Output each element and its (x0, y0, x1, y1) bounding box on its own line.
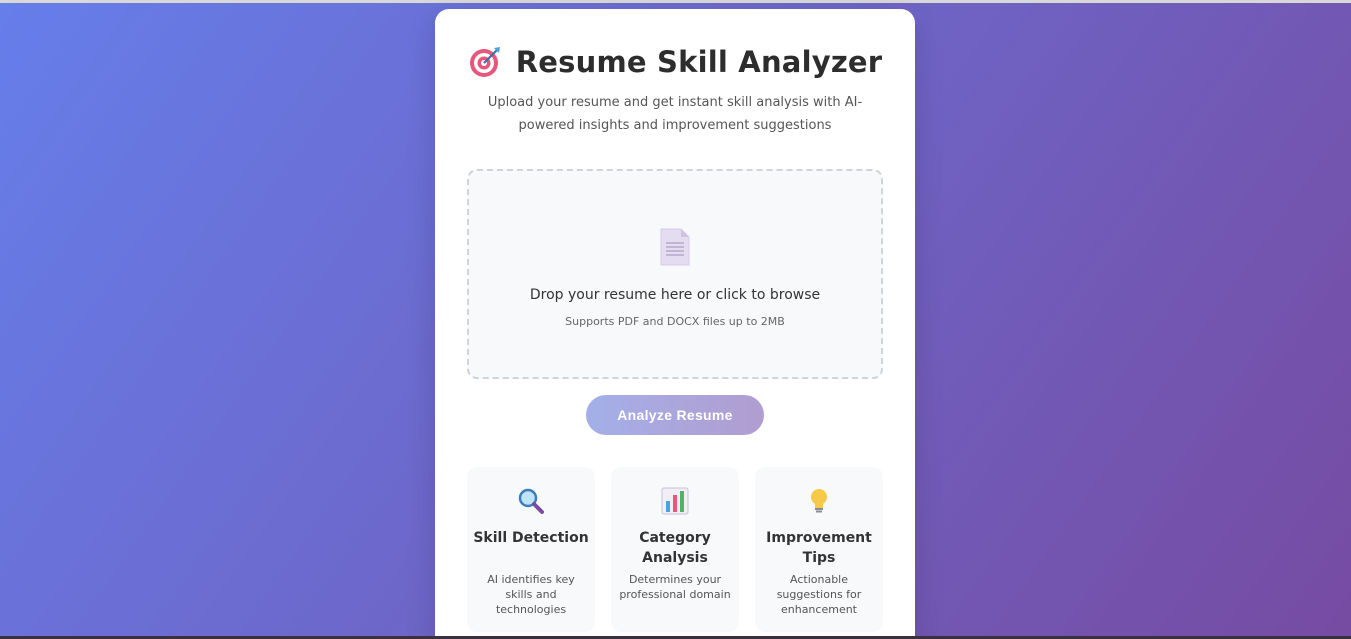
feature-title: Category Analysis (639, 530, 711, 566)
feature-card-category-analysis: Category Analysis Determines your profes… (611, 467, 739, 632)
page-title: Resume Skill Analyzer (515, 45, 883, 79)
analyze-resume-button[interactable]: Analyze Resume (586, 395, 764, 435)
dropzone-hint: Supports PDF and DOCX files up to 2MB (565, 315, 785, 328)
resume-dropzone[interactable]: Drop your resume here or click to browse… (467, 169, 883, 379)
page-subtitle: Upload your resume and get instant skill… (487, 95, 863, 133)
analyzer-card: Resume Skill Analyzer Upload your resume… (435, 9, 915, 639)
magnifier-icon (518, 488, 544, 514)
feature-title: Skill Detection (473, 530, 589, 546)
feature-card-skill-detection: Skill Detection AI identifies key skills… (467, 467, 595, 632)
target-dart-icon (469, 47, 500, 77)
feature-description: Determines your professional domain (619, 573, 731, 601)
feature-description: AI identifies key skills and technologie… (487, 573, 575, 616)
feature-grid: Skill Detection AI identifies key skills… (467, 467, 883, 637)
browser-top-border (0, 0, 1351, 3)
dropzone-prompt: Drop your resume here or click to browse (529, 287, 821, 303)
feature-title: Improvement Tips (766, 530, 872, 566)
bar-chart-icon (661, 487, 689, 515)
lightbulb-icon (811, 489, 827, 513)
feature-card-improvement-tips: Improvement Tips Actionable suggestions … (755, 467, 883, 632)
header: Resume Skill Analyzer (435, 45, 915, 79)
document-icon (660, 228, 690, 266)
feature-description: Actionable suggestions for enhancement (776, 573, 862, 616)
